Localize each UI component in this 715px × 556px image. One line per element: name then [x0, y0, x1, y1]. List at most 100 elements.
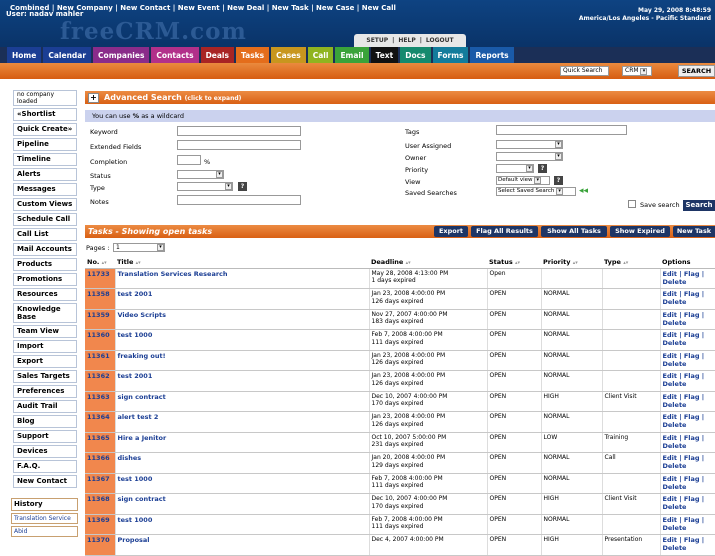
edit-flag-links[interactable]: Edit | Flag |: [663, 372, 713, 380]
export-button[interactable]: Export: [434, 226, 468, 237]
tab-reports[interactable]: Reports: [470, 47, 514, 63]
task-options[interactable]: Edit | Flag | Delete: [660, 329, 715, 351]
help-icon[interactable]: ?: [538, 164, 547, 173]
type-select[interactable]: ▾: [177, 182, 233, 191]
edit-flag-links[interactable]: Edit | Flag |: [663, 475, 713, 483]
saved-searches-select[interactable]: Select Saved Search ▾: [496, 187, 576, 196]
task-title-cell[interactable]: sign contract: [115, 493, 370, 515]
task-number[interactable]: 11362: [87, 372, 110, 380]
task-number[interactable]: 11368: [87, 495, 110, 503]
completion-input[interactable]: [177, 155, 201, 165]
task-number[interactable]: 11367: [87, 475, 110, 483]
sidebar-item-messages[interactable]: Messages: [13, 183, 77, 196]
sidebar-item-call-list[interactable]: Call List: [13, 228, 77, 241]
column-header-priority[interactable]: Priority ▴▾: [541, 257, 602, 269]
sidebar-item-sales-targets[interactable]: Sales Targets: [13, 370, 77, 383]
edit-flag-links[interactable]: Edit | Flag |: [663, 454, 713, 462]
sidebar-item-team-view[interactable]: Team View: [13, 325, 77, 338]
sidebar-item-products[interactable]: Products: [13, 258, 77, 271]
tab-tasks[interactable]: Tasks: [235, 47, 270, 63]
quick-search-select[interactable]: CRM ▾: [622, 66, 652, 76]
sidebar-item-mail-accounts[interactable]: Mail Accounts: [13, 243, 77, 256]
tab-contacts[interactable]: Contacts: [151, 47, 199, 63]
task-title-cell[interactable]: alert test 2: [115, 411, 370, 433]
new-task-button[interactable]: New Task: [673, 226, 715, 237]
history-item[interactable]: Abid: [11, 526, 78, 537]
task-number-cell[interactable]: 11733: [85, 268, 116, 289]
task-number-cell[interactable]: 11367: [85, 473, 116, 494]
task-title-cell[interactable]: Translation Services Research: [115, 268, 370, 289]
help-icon[interactable]: ?: [238, 182, 247, 191]
task-number-cell[interactable]: 11364: [85, 411, 116, 433]
keyword-input[interactable]: [177, 126, 301, 136]
task-title-link[interactable]: sign contract: [118, 393, 166, 401]
task-number[interactable]: 11365: [87, 434, 110, 442]
task-number-cell[interactable]: 11362: [85, 370, 116, 392]
tab-docs[interactable]: Docs: [400, 47, 431, 63]
task-number-cell[interactable]: 11368: [85, 493, 116, 515]
sidebar-item-custom-views[interactable]: Custom Views: [13, 198, 77, 211]
edit-flag-links[interactable]: Edit | Flag |: [663, 495, 713, 503]
sidebar-item-import[interactable]: Import: [13, 340, 77, 353]
task-number[interactable]: 11733: [87, 270, 110, 278]
edit-flag-links[interactable]: Edit | Flag |: [663, 352, 713, 360]
task-number-cell[interactable]: 11369: [85, 514, 116, 535]
column-header-type[interactable]: Type ▴▾: [602, 257, 660, 269]
task-number[interactable]: 11358: [87, 290, 110, 298]
delete-link[interactable]: Delete: [663, 298, 713, 306]
expand-icon[interactable]: +: [88, 93, 99, 103]
task-options[interactable]: Edit | Flag | Delete: [660, 534, 715, 556]
task-title-link[interactable]: alert test 2: [118, 413, 159, 421]
task-options[interactable]: Edit | Flag | Delete: [660, 432, 715, 453]
search-button[interactable]: Search: [683, 200, 715, 211]
sidebar-item-promotions[interactable]: Promotions: [13, 273, 77, 286]
task-title-cell[interactable]: freaking out!: [115, 350, 370, 371]
save-search-checkbox[interactable]: [628, 200, 636, 208]
task-title-link[interactable]: test 1000: [118, 475, 153, 483]
show-all-tasks-button[interactable]: Show All Tasks: [541, 226, 607, 237]
view-select[interactable]: Default view ▾: [496, 176, 550, 185]
sidebar-item-new-contact[interactable]: New Contact: [13, 475, 77, 488]
help-icon[interactable]: ?: [554, 176, 563, 185]
show-expired-button[interactable]: Show Expired: [610, 226, 670, 237]
task-number[interactable]: 11369: [87, 516, 110, 524]
column-header-no[interactable]: No. ▴▾: [85, 257, 115, 269]
task-title-cell[interactable]: Proposal: [115, 534, 370, 556]
delete-link[interactable]: Delete: [663, 421, 713, 429]
tab-home[interactable]: Home: [7, 47, 42, 63]
task-title-link[interactable]: sign contract: [118, 495, 166, 503]
action-links[interactable]: Combined | New Company | New Contact | N…: [10, 4, 396, 12]
task-options[interactable]: Edit | Flag | Delete: [660, 288, 715, 310]
tab-deals[interactable]: Deals: [200, 47, 234, 63]
task-number-cell[interactable]: 11358: [85, 288, 116, 310]
delete-link[interactable]: Delete: [663, 339, 713, 347]
task-number[interactable]: 11366: [87, 454, 110, 462]
load-saved-search-icon[interactable]: ◂◂: [579, 186, 588, 196]
advanced-search-title[interactable]: Advanced Search (click to expand): [104, 93, 241, 102]
task-title-link[interactable]: test 1000: [118, 331, 153, 339]
task-title-link[interactable]: test 2001: [118, 372, 153, 380]
task-options[interactable]: Edit | Flag | Delete: [660, 309, 715, 330]
task-options[interactable]: Edit | Flag | Delete: [660, 514, 715, 535]
task-title-cell[interactable]: dishes: [115, 452, 370, 474]
sort-icon[interactable]: ▴▾: [623, 260, 628, 266]
delete-link[interactable]: Delete: [663, 278, 713, 286]
extended-fields-input[interactable]: [177, 140, 301, 150]
task-number[interactable]: 11364: [87, 413, 110, 421]
task-options[interactable]: Edit | Flag | Delete: [660, 493, 715, 515]
sort-icon[interactable]: ▴▾: [515, 260, 520, 266]
sidebar-item-shortlist[interactable]: «Shortlist: [13, 108, 77, 121]
sidebar-item-alerts[interactable]: Alerts: [13, 168, 77, 181]
task-options[interactable]: Edit | Flag | Delete: [660, 370, 715, 392]
task-options[interactable]: Edit | Flag | Delete: [660, 350, 715, 371]
tab-text[interactable]: Text: [370, 47, 399, 63]
flag-all-results-button[interactable]: Flag All Results: [471, 226, 538, 237]
edit-flag-links[interactable]: Edit | Flag |: [663, 331, 713, 339]
task-number-cell[interactable]: 11370: [85, 534, 116, 556]
task-title-cell[interactable]: Hire a Jenitor: [115, 432, 370, 453]
sidebar-item-f-a-q[interactable]: F.A.Q.: [13, 460, 77, 473]
delete-link[interactable]: Delete: [663, 442, 713, 450]
edit-flag-links[interactable]: Edit | Flag |: [663, 413, 713, 421]
task-number[interactable]: 11363: [87, 393, 110, 401]
task-options[interactable]: Edit | Flag | Delete: [660, 411, 715, 433]
